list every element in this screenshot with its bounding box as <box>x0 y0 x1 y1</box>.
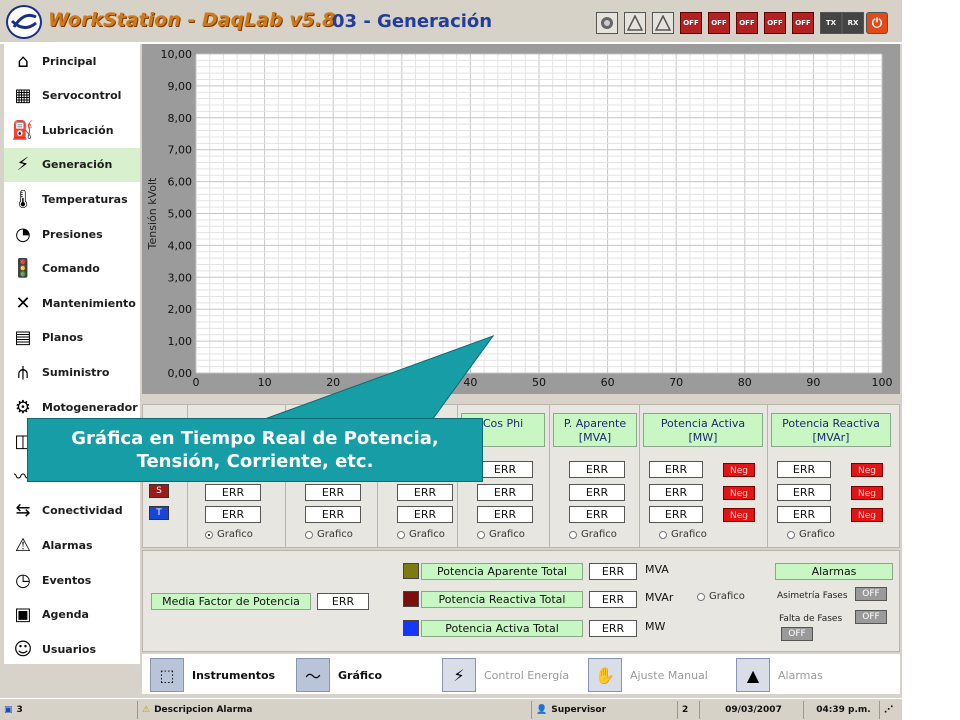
callout-box: Gráfica en Tiempo Real de Potencia, Tens… <box>27 418 483 482</box>
callout-pointer <box>261 334 495 421</box>
